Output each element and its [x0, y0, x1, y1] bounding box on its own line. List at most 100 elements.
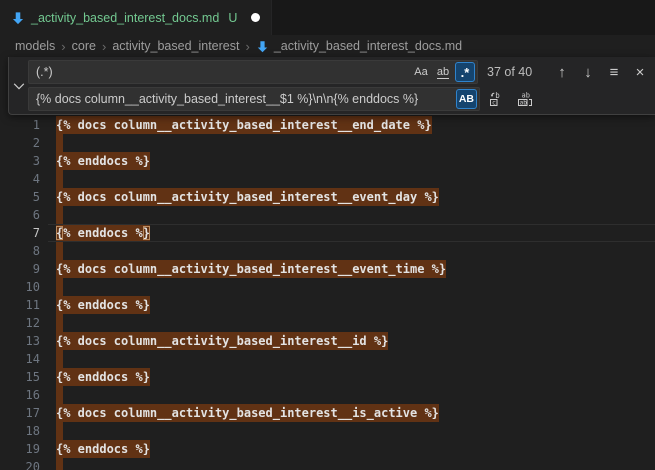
unsaved-changes-dot-icon[interactable] — [251, 13, 260, 22]
line-number: 4 — [0, 172, 40, 186]
editor-line[interactable]: 19 {% enddocs %} — [0, 440, 655, 458]
line-text — [56, 350, 63, 368]
svg-text:ab: ab — [522, 92, 530, 100]
line-text: {% docs column__activity_based_interest_… — [56, 116, 432, 134]
editor-line[interactable]: 2 — [0, 134, 655, 152]
line-number: 17 — [0, 406, 40, 420]
editor-line[interactable]: 15 {% enddocs %} — [0, 368, 655, 386]
find-input[interactable]: (.*) Aa ab .* — [28, 60, 478, 84]
line-number: 2 — [0, 136, 40, 150]
chevron-right-icon: › — [245, 39, 249, 54]
breadcrumb-file-name: _activity_based_interest_docs.md — [274, 39, 462, 53]
line-text — [56, 170, 63, 188]
line-number: 20 — [0, 460, 40, 470]
line-text: {% docs column__activity_based_interest_… — [56, 404, 439, 422]
editor-line[interactable]: 1 {% docs column__activity_based_interes… — [0, 116, 655, 134]
editor-line[interactable]: 7 {% enddocs %} — [0, 224, 655, 242]
line-text — [56, 206, 63, 224]
editor-line[interactable]: 14 — [0, 350, 655, 368]
tab-active-file[interactable]: _activity_based_interest_docs.md U — [0, 0, 272, 35]
editor-line[interactable]: 4 — [0, 170, 655, 188]
replace-input-value: {% docs column__activity_based_interest_… — [36, 92, 418, 106]
editor-line[interactable]: 16 — [0, 386, 655, 404]
replace-button[interactable]: b c — [486, 88, 508, 110]
svg-text:c: c — [492, 99, 496, 107]
line-number: 1 — [0, 118, 40, 132]
chevron-right-icon: › — [61, 39, 65, 54]
previous-match-button[interactable]: ↑ — [551, 61, 573, 83]
next-match-button[interactable]: ↓ — [577, 61, 599, 83]
line-text — [56, 314, 63, 332]
regex-toggle[interactable]: .* — [455, 62, 475, 82]
line-number: 11 — [0, 298, 40, 312]
line-text: {% docs column__activity_based_interest_… — [56, 332, 388, 350]
line-number: 13 — [0, 334, 40, 348]
breadcrumb: models › core › activity_based_interest … — [0, 35, 655, 57]
breadcrumb-item-core[interactable]: core — [72, 39, 96, 53]
line-text — [56, 458, 63, 470]
tab-file-name: _activity_based_interest_docs.md — [31, 11, 219, 25]
line-text — [56, 278, 63, 296]
line-text: {% enddocs %} — [56, 440, 150, 458]
match-count: 37 of 40 — [487, 65, 545, 79]
line-text: {% enddocs %} — [56, 152, 150, 170]
line-text — [56, 242, 63, 260]
line-number: 18 — [0, 424, 40, 438]
editor-line[interactable]: 12 — [0, 314, 655, 332]
line-number: 19 — [0, 442, 40, 456]
replace-input[interactable]: {% docs column__activity_based_interest_… — [28, 87, 480, 111]
editor-line[interactable]: 13 {% docs column__activity_based_intere… — [0, 332, 655, 350]
find-input-value: (.*) — [36, 65, 53, 79]
line-number: 15 — [0, 370, 40, 384]
editor-line[interactable]: 3 {% enddocs %} — [0, 152, 655, 170]
git-status-badge: U — [228, 11, 237, 25]
editor-line[interactable]: 9 {% docs column__activity_based_interes… — [0, 260, 655, 278]
line-number: 5 — [0, 190, 40, 204]
line-text — [56, 386, 63, 404]
replace-all-button[interactable]: ab ab — [514, 88, 536, 110]
find-replace-widget: (.*) Aa ab .* 37 of 40 ↑ ↓ ≡ × {% docs c… — [8, 57, 655, 115]
line-number: 3 — [0, 154, 40, 168]
replace-all-icon: ab ab — [517, 91, 533, 107]
editor-line[interactable]: 5 {% docs column__activity_based_interes… — [0, 188, 655, 206]
line-number: 6 — [0, 208, 40, 222]
editor-line[interactable]: 17 {% docs column__activity_based_intere… — [0, 404, 655, 422]
markdown-file-icon — [256, 40, 269, 53]
line-number: 7 — [0, 226, 40, 240]
editor-line[interactable]: 18 — [0, 422, 655, 440]
editor-line[interactable]: 20 — [0, 458, 655, 470]
line-number: 9 — [0, 262, 40, 276]
editor-line[interactable]: 10 — [0, 278, 655, 296]
line-text — [56, 422, 63, 440]
breadcrumb-item-models[interactable]: models — [15, 39, 55, 53]
tab-bar: _activity_based_interest_docs.md U — [0, 0, 655, 35]
line-number: 16 — [0, 388, 40, 402]
line-text: {% enddocs %} — [56, 224, 150, 242]
svg-text:ab: ab — [520, 100, 528, 107]
chevron-down-icon — [12, 79, 26, 93]
close-find-widget-button[interactable]: × — [629, 61, 651, 83]
breadcrumb-item-activity-based-interest[interactable]: activity_based_interest — [112, 39, 239, 53]
line-text: {% enddocs %} — [56, 368, 150, 386]
editor-line[interactable]: 8 — [0, 242, 655, 260]
chevron-right-icon: › — [102, 39, 106, 54]
breadcrumb-item-file[interactable]: _activity_based_interest_docs.md — [256, 39, 462, 53]
editor-line[interactable]: 11 {% enddocs %} — [0, 296, 655, 314]
line-text: {% enddocs %} — [56, 296, 150, 314]
editor-content: 1 {% docs column__activity_based_interes… — [0, 116, 655, 470]
line-text: {% docs column__activity_based_interest_… — [56, 260, 446, 278]
line-number: 14 — [0, 352, 40, 366]
preserve-case-toggle[interactable]: AB — [456, 89, 477, 109]
toggle-replace-button[interactable] — [9, 57, 28, 114]
line-number: 10 — [0, 280, 40, 294]
editor-line[interactable]: 6 — [0, 206, 655, 224]
whole-word-toggle[interactable]: ab — [433, 62, 453, 82]
find-in-selection-button[interactable]: ≡ — [603, 61, 625, 83]
line-text — [56, 134, 63, 152]
line-number: 12 — [0, 316, 40, 330]
markdown-file-icon — [11, 11, 25, 25]
line-number: 8 — [0, 244, 40, 258]
svg-text:b: b — [495, 91, 500, 100]
match-case-toggle[interactable]: Aa — [411, 62, 431, 82]
line-text: {% docs column__activity_based_interest_… — [56, 188, 439, 206]
